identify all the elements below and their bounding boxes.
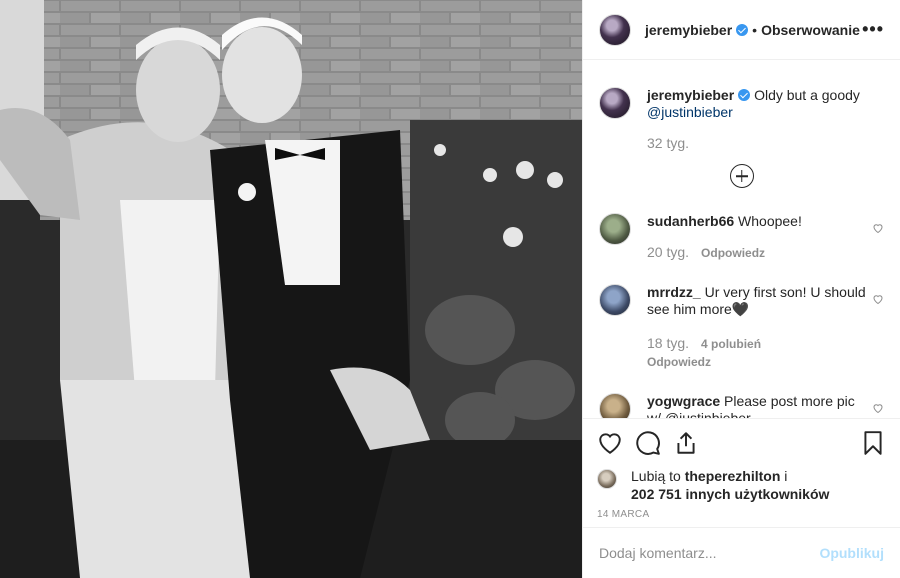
action-icons	[597, 429, 886, 457]
comment-username[interactable]: mrrdzz_	[647, 284, 701, 300]
bookmark-save-icon[interactable]	[860, 430, 886, 456]
post-photo[interactable]	[0, 0, 582, 578]
comment-time[interactable]: 20 tyg.	[647, 244, 689, 260]
liked-by-connector: i	[784, 468, 788, 484]
caption: jeremybieber Oldy but a goody @justinbie…	[599, 87, 884, 152]
like-comment-heart-icon[interactable]	[872, 293, 884, 305]
verified-badge-icon	[738, 89, 751, 101]
comment-body: yogwgrace Please post more pic w/ @justi…	[647, 393, 884, 418]
comment-item: yogwgrace Please post more pic w/ @justi…	[599, 393, 884, 418]
load-more-comments-icon[interactable]	[729, 164, 754, 188]
reply-button[interactable]: Odpowiedz	[701, 246, 765, 260]
likes-count-link[interactable]: 202 751 innych użytkowników	[631, 486, 829, 502]
post-comment-button[interactable]: Opublikuj	[819, 545, 884, 561]
liked-by: Lubią to theperezhilton i 202 751 innych…	[597, 467, 886, 503]
comment-username[interactable]: yogwgrace	[647, 393, 720, 409]
add-comment-input[interactable]: Dodaj komentarz...	[599, 545, 717, 561]
like-comment-heart-icon[interactable]	[872, 402, 884, 414]
post-actions: Lubią to theperezhilton i 202 751 innych…	[583, 418, 900, 527]
comment-item: sudanherb66 Whoopee! 20 tyg. Odpowiedz	[599, 213, 884, 262]
liked-by-user-link[interactable]: theperezhilton	[685, 468, 781, 484]
caption-mention-link[interactable]: @justinbieber	[647, 104, 733, 120]
add-comment-bar: Dodaj komentarz... Opublikuj	[583, 527, 900, 578]
like-heart-icon[interactable]	[597, 430, 623, 456]
comment-bubble-icon[interactable]	[635, 430, 661, 456]
caption-text: Oldy but a goody	[754, 87, 860, 103]
comment-body: mrrdzz_ Ur very first son! U should see …	[647, 284, 884, 371]
author-avatar[interactable]	[599, 13, 631, 46]
following-button[interactable]: Obserwowanie	[761, 22, 860, 38]
caption-avatar[interactable]	[599, 87, 631, 119]
commenter-avatar[interactable]	[599, 284, 631, 316]
comment-time[interactable]: 18 tyg.	[647, 335, 689, 351]
more-options-icon[interactable]: •••	[862, 19, 884, 40]
liked-by-prefix: Lubią to	[631, 468, 681, 484]
author-username[interactable]: jeremybieber	[645, 22, 732, 38]
comment-body: sudanherb66 Whoopee! 20 tyg. Odpowiedz	[647, 213, 884, 262]
comment-likes-count[interactable]: 4 polubień	[701, 337, 761, 351]
commenter-avatar[interactable]	[599, 213, 631, 245]
comment-username[interactable]: sudanherb66	[647, 213, 734, 229]
comment-item: mrrdzz_ Ur very first son! U should see …	[599, 284, 884, 371]
post-date[interactable]: 14 MARCA	[597, 509, 886, 520]
caption-username[interactable]: jeremybieber	[647, 87, 734, 103]
verified-badge-icon	[736, 23, 749, 36]
caption-time[interactable]: 32 tyg.	[647, 135, 689, 151]
comment-text: Whoopee!	[738, 213, 802, 229]
liker-avatar[interactable]	[597, 469, 617, 489]
post-sidebar: jeremybieber • Obserwowanie ••• jeremybi…	[582, 0, 900, 578]
reply-button[interactable]: Odpowiedz	[647, 355, 711, 369]
instagram-post: jeremybieber • Obserwowanie ••• jeremybi…	[0, 0, 900, 578]
caption-body: jeremybieber Oldy but a goody @justinbie…	[647, 87, 884, 152]
post-header: jeremybieber • Obserwowanie •••	[583, 0, 900, 60]
comments-list[interactable]: jeremybieber Oldy but a goody @justinbie…	[583, 61, 900, 418]
like-comment-heart-icon[interactable]	[872, 222, 884, 234]
post-photo-image	[0, 0, 582, 578]
load-more	[599, 164, 884, 188]
share-icon[interactable]	[673, 430, 699, 456]
liked-by-text: Lubią to theperezhilton i 202 751 innych…	[631, 467, 829, 503]
commenter-avatar[interactable]	[599, 393, 631, 418]
header-separator: •	[752, 21, 758, 38]
